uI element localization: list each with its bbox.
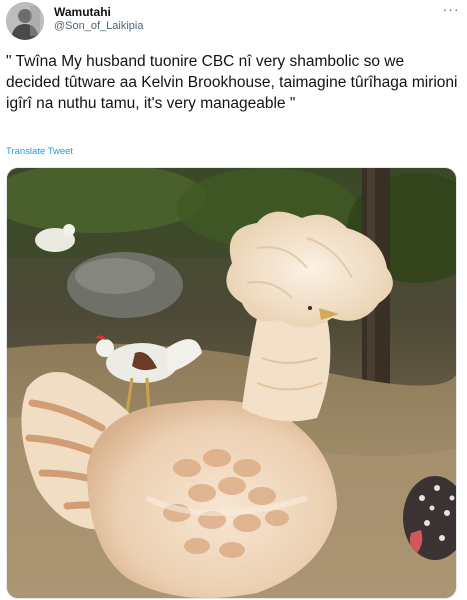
translate-tweet-link[interactable]: Translate Tweet bbox=[6, 146, 73, 157]
more-options-button[interactable]: ··· bbox=[440, 0, 462, 20]
avatar[interactable] bbox=[6, 2, 44, 40]
tweet-photo[interactable] bbox=[6, 167, 457, 599]
more-horizontal-icon: ··· bbox=[442, 1, 460, 17]
tweet-text: " Twîna My husband tuonire CBC nî very s… bbox=[6, 53, 458, 112]
tweet-card: Wamutahi @Son_of_Laikipia ··· " Twîna My… bbox=[0, 0, 467, 600]
author-display-name[interactable]: Wamutahi bbox=[54, 5, 111, 19]
author-handle[interactable]: @Son_of_Laikipia bbox=[54, 20, 143, 32]
